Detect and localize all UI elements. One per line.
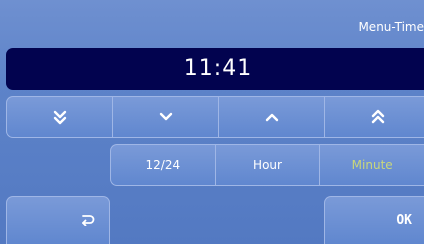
fast-increase-button[interactable] bbox=[324, 97, 424, 137]
back-button[interactable] bbox=[6, 196, 110, 244]
fast-decrease-button[interactable] bbox=[7, 97, 112, 137]
decrease-button[interactable] bbox=[112, 97, 218, 137]
double-chevron-down-icon bbox=[52, 109, 68, 125]
chevron-down-icon bbox=[158, 109, 174, 125]
mode-hour-button[interactable]: Hour bbox=[214, 145, 320, 185]
time-menu-screen: Menu-Time 11:41 12/24 Hour Minute OK bbox=[0, 0, 424, 244]
ok-label: OK bbox=[396, 213, 412, 228]
time-display-bar: 11:41 bbox=[6, 48, 424, 90]
mode-button-row: 12/24 Hour Minute bbox=[110, 144, 424, 186]
return-icon bbox=[79, 211, 95, 230]
mode-12-24-button[interactable]: 12/24 bbox=[111, 145, 215, 185]
double-chevron-up-icon bbox=[370, 109, 386, 125]
time-display: 11:41 bbox=[183, 56, 253, 81]
ok-button[interactable]: OK bbox=[324, 196, 424, 244]
mode-minute-button[interactable]: Minute bbox=[319, 145, 424, 185]
screen-title: Menu-Time bbox=[358, 20, 424, 34]
chevron-up-icon bbox=[264, 109, 280, 125]
increase-button[interactable] bbox=[218, 97, 324, 137]
arrow-button-row bbox=[6, 96, 424, 138]
